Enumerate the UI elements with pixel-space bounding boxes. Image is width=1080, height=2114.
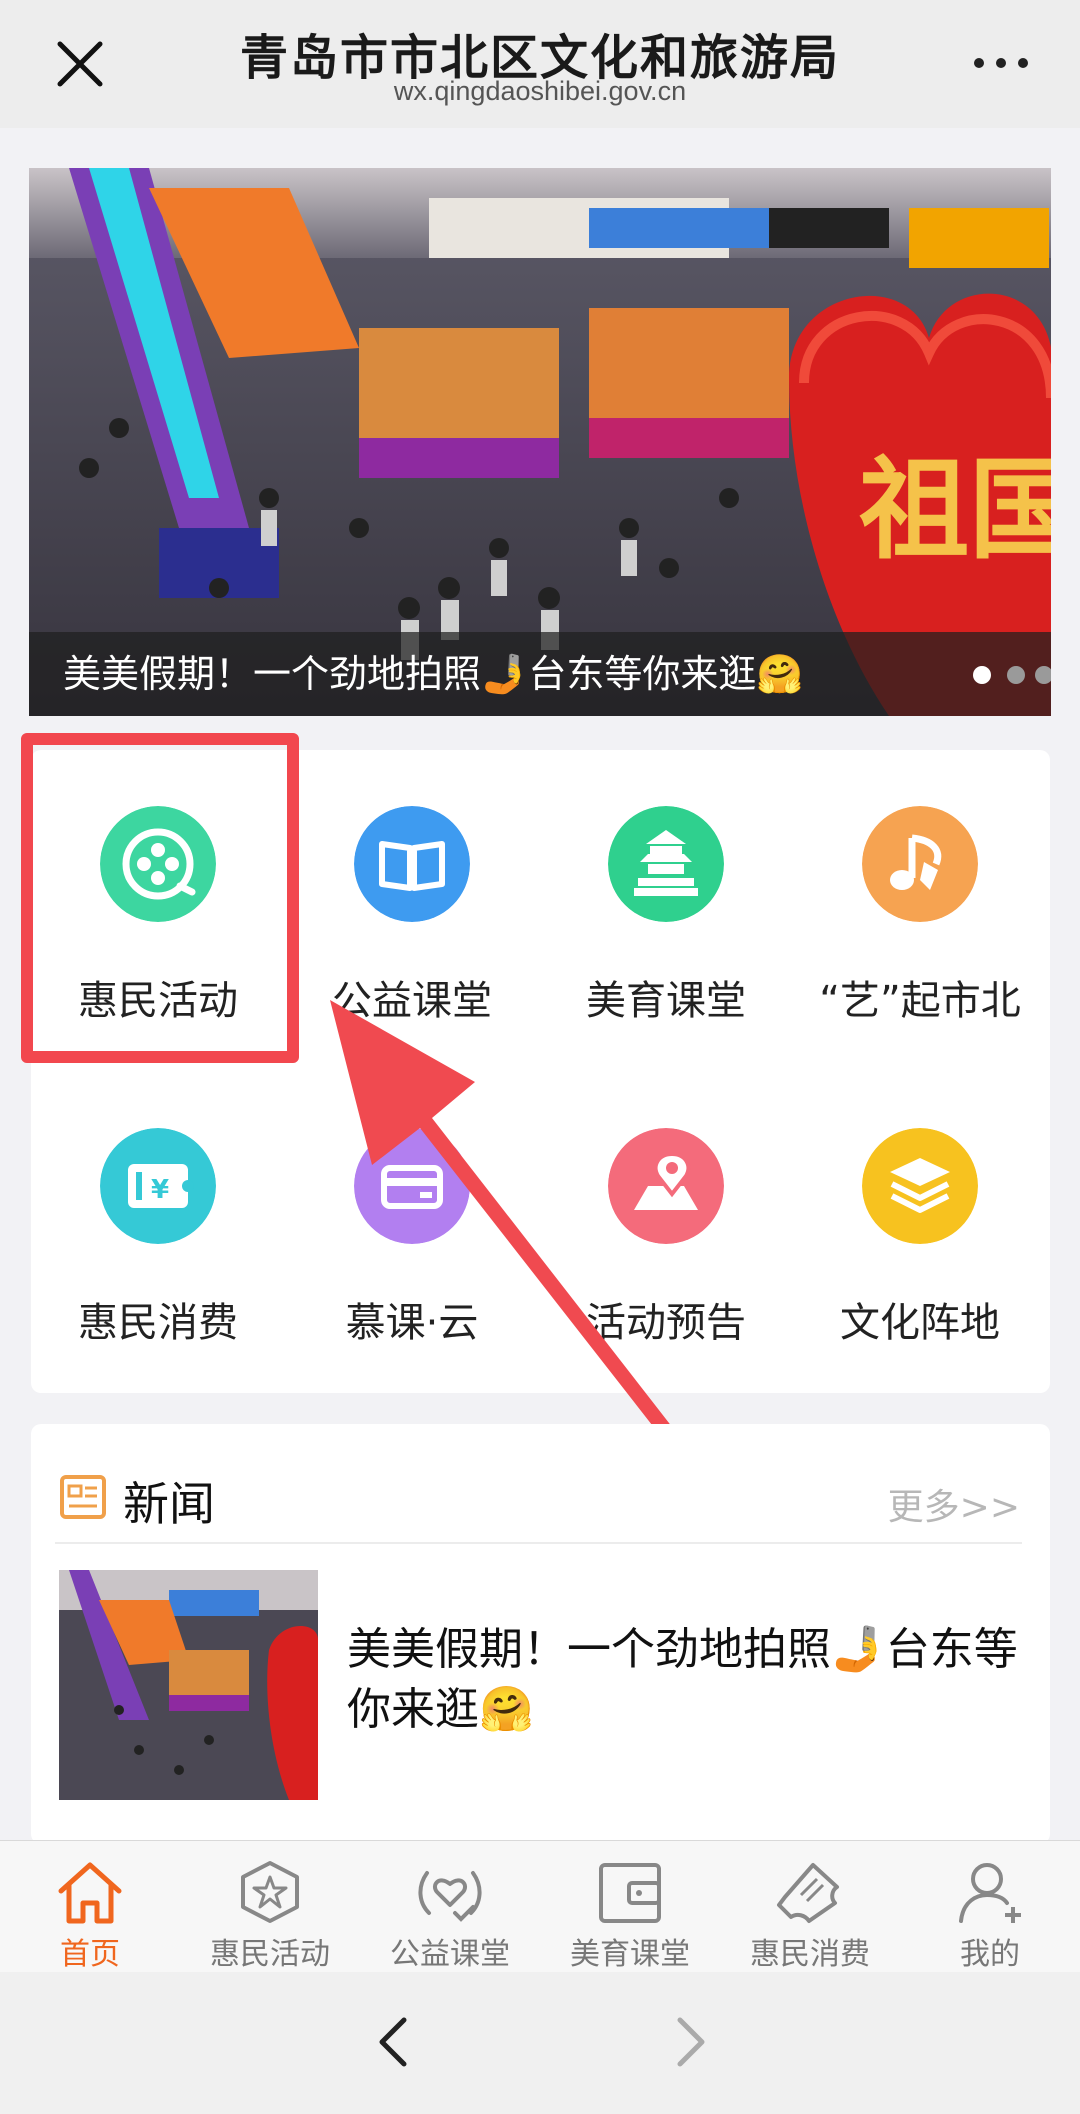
ticket-icon xyxy=(777,1863,839,1923)
banner-carousel[interactable]: 祖国 美美假期！一个劲地拍照🤳台东等你来逛🤗 xyxy=(29,168,1051,716)
grid-item-label: 公益课堂 xyxy=(332,978,492,1024)
tab-label: 惠民活动 xyxy=(210,1937,330,1972)
forward-icon[interactable] xyxy=(670,2012,710,2072)
user-add-icon xyxy=(959,1863,1021,1923)
tab-label: 公益课堂 xyxy=(390,1937,510,1972)
grid-item-huimin-xiaofei[interactable]: ¥ 惠民消费 xyxy=(31,1072,285,1372)
grid-item-wenhua-zhendi[interactable]: 文化阵地 xyxy=(793,1072,1047,1372)
carousel-dot-active[interactable] xyxy=(973,666,991,684)
grid-item-muke-yun[interactable]: 慕课·云 xyxy=(285,1072,539,1372)
banner-caption[interactable]: 美美假期！一个劲地拍照🤳台东等你来逛🤗 xyxy=(63,643,804,698)
svg-text:祖国: 祖国 xyxy=(859,445,1051,574)
news-more-link[interactable]: 更多>> xyxy=(888,1478,1020,1530)
highlight-box xyxy=(21,733,299,1063)
grid-item-label: “艺”起市北 xyxy=(819,978,1021,1024)
tab-label: 我的 xyxy=(960,1937,1020,1972)
page-url: wx.qingdaoshibei.gov.cn xyxy=(393,76,687,106)
card-icon xyxy=(354,1128,470,1244)
book-icon xyxy=(354,806,470,922)
grid-item-gongyi-ketang[interactable]: 公益课堂 xyxy=(285,750,539,1050)
grid-item-label: 慕课·云 xyxy=(345,1300,479,1346)
grid-item-label: 美育课堂 xyxy=(586,978,746,1024)
carousel-dot[interactable] xyxy=(1007,666,1025,684)
tab-huimin-xiaofei[interactable]: 惠民消费 xyxy=(720,1841,900,1973)
home-icon xyxy=(58,1862,122,1924)
heart-signal-icon xyxy=(418,1871,482,1922)
grid-item-yi-qi-shibei[interactable]: “艺”起市北 xyxy=(793,750,1047,1050)
layers-icon xyxy=(862,1128,978,1244)
close-icon[interactable] xyxy=(52,36,108,92)
divider xyxy=(55,1542,1022,1544)
tab-label: 惠民消费 xyxy=(750,1937,870,1972)
grid-item-label: 活动预告 xyxy=(586,1300,746,1346)
map-pin-icon xyxy=(608,1128,724,1244)
tab-gongyi-ketang[interactable]: 公益课堂 xyxy=(360,1841,540,1973)
grid-item-label: 惠民消费 xyxy=(78,1300,238,1346)
svg-text:¥: ¥ xyxy=(151,1175,169,1205)
news-section-title: 新闻 xyxy=(123,1477,215,1531)
grid-item-label: 文化阵地 xyxy=(840,1300,1000,1346)
news-thumbnail[interactable] xyxy=(59,1570,318,1800)
star-badge-icon xyxy=(241,1861,299,1923)
grid-item-meiyu-ketang[interactable]: 美育课堂 xyxy=(539,750,793,1050)
tab-label: 美育课堂 xyxy=(570,1937,690,1972)
tab-huimin-huodong[interactable]: 惠民活动 xyxy=(180,1841,360,1973)
wallet-icon xyxy=(599,1863,661,1923)
bottom-tab-bar: 首页 惠民活动 公益课堂 美育课堂 惠民消费 我的 xyxy=(0,1840,1080,1973)
news-icon xyxy=(60,1475,106,1519)
news-item-title[interactable]: 美美假期！一个劲地拍照🤳台东等你来逛🤗 xyxy=(347,1620,1037,1740)
header-bar: 青岛市市北区文化和旅游局 wx.qingdaoshibei.gov.cn xyxy=(0,0,1080,128)
back-icon[interactable] xyxy=(374,2012,414,2072)
tab-mine[interactable]: 我的 xyxy=(900,1841,1080,1973)
temple-icon xyxy=(608,806,724,922)
music-note-icon xyxy=(862,806,978,922)
tab-meiyu-ketang[interactable]: 美育课堂 xyxy=(540,1841,720,1973)
carousel-dot[interactable] xyxy=(1035,666,1051,684)
carousel-dots xyxy=(891,666,1051,686)
grid-item-huodong-yugao[interactable]: 活动预告 xyxy=(539,1072,793,1372)
more-icon[interactable] xyxy=(974,40,1030,80)
browser-nav-bar xyxy=(0,1972,1080,2114)
tab-label: 首页 xyxy=(60,1937,120,1972)
tab-home[interactable]: 首页 xyxy=(0,1841,180,1973)
ticket-icon: ¥ xyxy=(100,1128,216,1244)
news-section: 新闻 更多>> 美美假期！一个劲地拍照🤳台东等你来逛🤗 xyxy=(31,1424,1050,1844)
